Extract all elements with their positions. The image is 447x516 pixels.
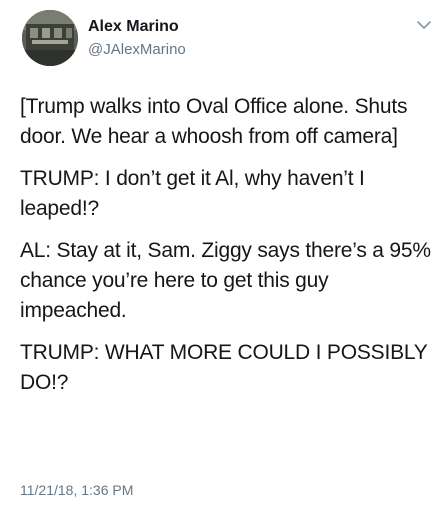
tweet-text: [Trump walks into Oval Office alone. Shu… xyxy=(20,92,435,410)
author-info: Alex Marino @JAlexMarino xyxy=(88,17,186,60)
tweet-paragraph: TRUMP: I don’t get it Al, why haven’t I … xyxy=(20,167,365,220)
author-handle[interactable]: @JAlexMarino xyxy=(88,40,186,60)
tweet-paragraph: [Trump walks into Oval Office alone. Shu… xyxy=(20,95,408,148)
tweet-paragraph: AL: Stay at it, Sam. Ziggy says there’s … xyxy=(20,239,431,322)
tweet-timestamp[interactable]: 11/21/18, 1:36 PM xyxy=(20,482,133,498)
chevron-down-icon[interactable] xyxy=(415,16,433,34)
author-name[interactable]: Alex Marino xyxy=(88,17,186,37)
avatar[interactable] xyxy=(22,10,78,66)
tweet-card: Alex Marino @JAlexMarino [Trump walks in… xyxy=(0,0,447,516)
tweet-paragraph: TRUMP: WHAT MORE COULD I POSSIBLY DO!? xyxy=(20,341,428,394)
